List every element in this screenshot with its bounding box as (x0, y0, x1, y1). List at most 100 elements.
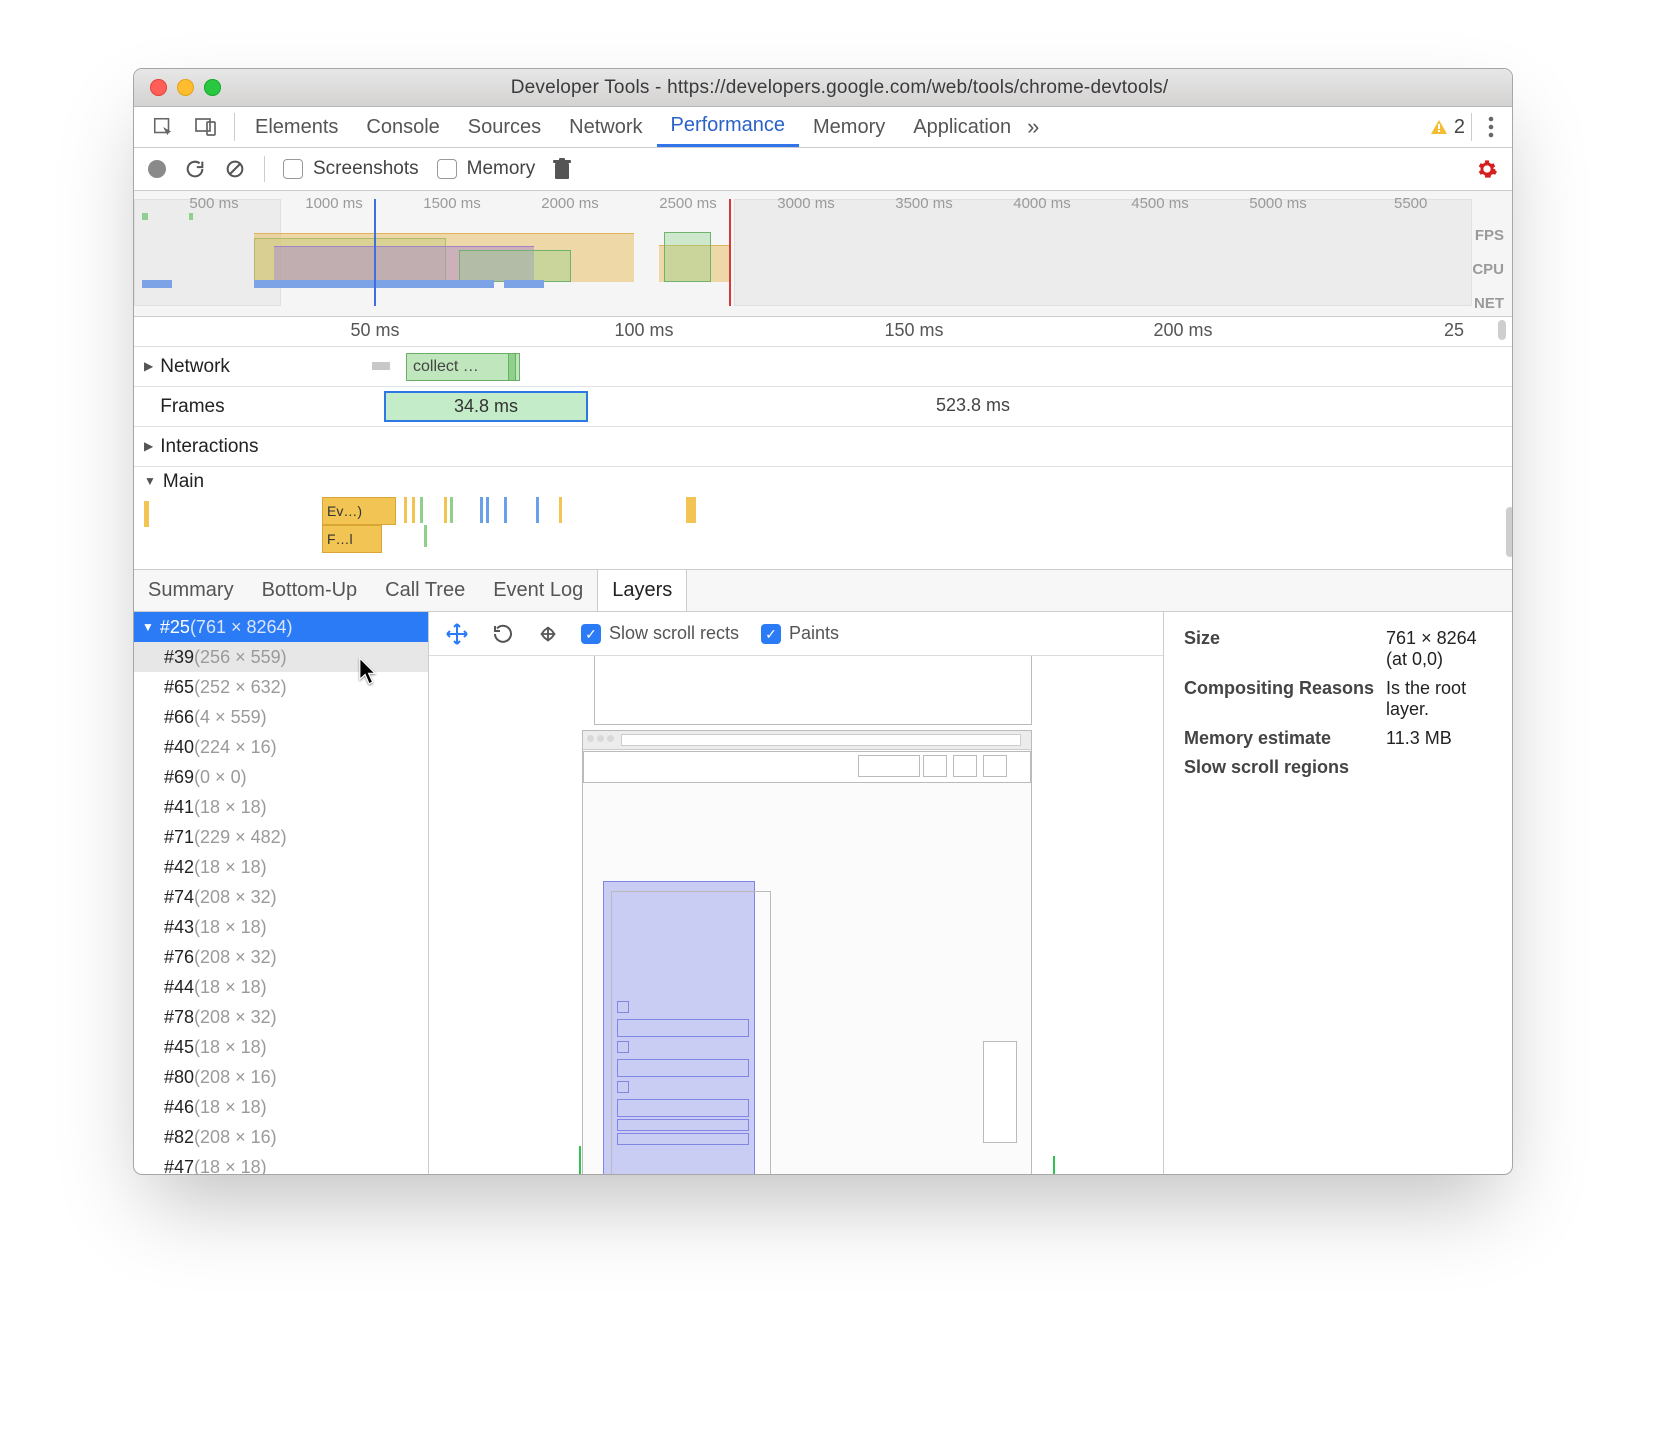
device-toggle-icon[interactable] (184, 107, 228, 147)
slow-scroll-rects-toggle[interactable]: ✓Slow scroll rects (581, 623, 739, 645)
performance-toolbar: Screenshots Memory (134, 148, 1512, 191)
layer-tree-item[interactable]: #65(252 × 632) (134, 672, 428, 702)
layer-tree-item[interactable]: #40(224 × 16) (134, 732, 428, 762)
layer-tree-item[interactable]: #66(4 × 559) (134, 702, 428, 732)
trash-icon[interactable] (553, 158, 571, 180)
network-request[interactable]: collect … (406, 353, 520, 381)
ov-tick: 3000 ms (777, 195, 835, 212)
tab-application[interactable]: Application (899, 107, 1025, 147)
layer-tree-item[interactable]: #41(18 × 18) (134, 792, 428, 822)
time-ruler[interactable]: 50 ms 100 ms 150 ms 200 ms 25 (134, 317, 1512, 347)
section-interactions[interactable]: ▶Interactions (134, 427, 1512, 467)
pan-icon[interactable] (445, 622, 469, 646)
section-network[interactable]: ▶Network collect … (134, 347, 1512, 387)
rotate-icon[interactable] (491, 622, 515, 646)
detail-size-value: 761 × 8264 (at 0,0) (1380, 624, 1498, 674)
detail-compositing-value: Is the root layer. (1380, 674, 1498, 724)
ov-tick: 3500 ms (895, 195, 953, 212)
frame-selected[interactable]: 34.8 ms (384, 391, 588, 422)
capture-settings-icon[interactable] (1476, 158, 1498, 180)
layer-tree-item[interactable]: #80(208 × 16) (134, 1062, 428, 1092)
tab-calltree[interactable]: Call Tree (371, 570, 479, 611)
layer-tree-item[interactable]: #45(18 × 18) (134, 1032, 428, 1062)
tr-tick-edge: 25 (1444, 320, 1464, 341)
detail-compositing-label: Compositing Reasons (1178, 674, 1380, 724)
tab-eventlog[interactable]: Event Log (479, 570, 597, 611)
tab-bottomup[interactable]: Bottom-Up (248, 570, 372, 611)
ov-tick: 2500 ms (659, 195, 717, 212)
scrollbar-thumb[interactable] (1498, 320, 1506, 340)
tab-sources[interactable]: Sources (454, 107, 555, 147)
devtools-window: Developer Tools - https://developers.goo… (133, 68, 1513, 1175)
paints-toggle[interactable]: ✓Paints (761, 623, 839, 645)
layer-tree[interactable]: ▼#25(761 × 8264)#39(256 × 559)#65(252 × … (134, 612, 429, 1174)
detail-slowscroll-value (1380, 753, 1498, 782)
layer-tree-item[interactable]: #47(18 × 18) (134, 1152, 428, 1174)
layers-panel: ▼#25(761 × 8264)#39(256 × 559)#65(252 × … (134, 612, 1512, 1174)
layer-tree-item[interactable]: #43(18 × 18) (134, 912, 428, 942)
layer-controls: ✓Slow scroll rects ✓Paints (429, 612, 1163, 656)
layer-tree-item[interactable]: #74(208 × 32) (134, 882, 428, 912)
layer-tree-item[interactable]: #71(229 × 482) (134, 822, 428, 852)
screenshots-toggle[interactable]: Screenshots (283, 158, 419, 180)
ov-tick: 1000 ms (305, 195, 363, 212)
warnings-badge[interactable]: 2 (1430, 107, 1465, 147)
layer-3d-view[interactable] (429, 656, 1163, 1174)
layer-tree-item[interactable]: #78(208 × 32) (134, 1002, 428, 1032)
ov-tick: 5000 ms (1249, 195, 1307, 212)
flame-event[interactable]: Ev…) (322, 497, 396, 525)
tab-summary[interactable]: Summary (134, 570, 248, 611)
detail-slowscroll-label: Slow scroll regions (1178, 753, 1380, 782)
layer-tree-item[interactable]: #46(18 × 18) (134, 1092, 428, 1122)
window-title: Developer Tools - https://developers.goo… (233, 78, 1496, 97)
layer-tree-item[interactable]: #82(208 × 16) (134, 1122, 428, 1152)
layer-tree-item[interactable]: #42(18 × 18) (134, 852, 428, 882)
kebab-menu-icon[interactable] (1478, 107, 1504, 147)
zoom-icon[interactable] (204, 79, 221, 96)
tab-console[interactable]: Console (352, 107, 453, 147)
layer-tree-item[interactable]: #76(208 × 32) (134, 942, 428, 972)
reset-icon[interactable] (537, 623, 559, 645)
detail-tabs: Summary Bottom-Up Call Tree Event Log La… (134, 570, 1512, 612)
detail-memory-value: 11.3 MB (1380, 724, 1498, 753)
record-button[interactable] (148, 160, 166, 178)
flame-event[interactable]: F…l (322, 525, 382, 553)
window-titlebar: Developer Tools - https://developers.goo… (134, 69, 1512, 107)
layer-details: Size 761 × 8264 (at 0,0) Compositing Rea… (1164, 612, 1512, 1174)
ov-tick: 4500 ms (1131, 195, 1189, 212)
section-frames[interactable]: ▶Frames 34.8 ms 523.8 ms (134, 387, 1512, 427)
overview-labels: FPS CPU NET (1472, 219, 1504, 321)
tab-layers[interactable]: Layers (597, 570, 687, 611)
detail-memory-label: Memory estimate (1178, 724, 1380, 753)
ov-tick: 1500 ms (423, 195, 481, 212)
tr-tick: 200 ms (1153, 320, 1212, 341)
tab-performance[interactable]: Performance (657, 107, 800, 147)
warning-icon (1430, 119, 1448, 135)
ov-tick: 2000 ms (541, 195, 599, 212)
layer-tree-item[interactable]: ▼#25(761 × 8264) (134, 612, 428, 642)
minimize-icon[interactable] (177, 79, 194, 96)
layer-tree-item[interactable]: #44(18 × 18) (134, 972, 428, 1002)
overview-pane[interactable]: 500 ms 1000 ms 1500 ms 2000 ms 2500 ms 3… (134, 191, 1512, 317)
inspect-icon[interactable] (142, 107, 184, 147)
flamechart-sections: ▶Network collect … ▶Frames 34.8 ms 523.8… (134, 347, 1512, 570)
layer-tree-item[interactable]: #69(0 × 0) (134, 762, 428, 792)
frame-label[interactable]: 523.8 ms (936, 395, 1010, 416)
tr-tick: 150 ms (884, 320, 943, 341)
detail-size-label: Size (1178, 624, 1380, 674)
layer-tree-item[interactable]: #39(256 × 559) (134, 642, 428, 672)
tab-elements[interactable]: Elements (241, 107, 352, 147)
warning-count: 2 (1454, 116, 1465, 139)
memory-toggle[interactable]: Memory (437, 158, 536, 180)
layer-viewport-pane: ✓Slow scroll rects ✓Paints (429, 612, 1164, 1174)
tr-tick: 100 ms (614, 320, 673, 341)
ov-tick-edge: 5500 (1394, 195, 1427, 212)
clear-button[interactable] (224, 158, 246, 180)
close-icon[interactable] (150, 79, 167, 96)
reload-record-button[interactable] (184, 158, 206, 180)
tab-memory[interactable]: Memory (799, 107, 899, 147)
section-main[interactable]: ▼Main Ev…) F…l (134, 467, 1512, 569)
ov-tick: 4000 ms (1013, 195, 1071, 212)
tab-network[interactable]: Network (555, 107, 656, 147)
more-tabs-icon[interactable]: » (1025, 107, 1042, 147)
